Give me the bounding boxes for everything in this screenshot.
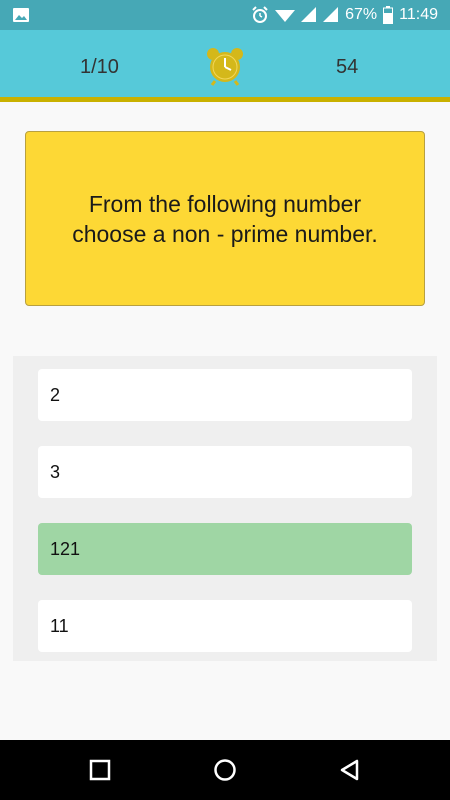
signal-icon — [323, 7, 339, 23]
recents-square-icon[interactable] — [88, 758, 112, 782]
options-panel: 2 3 121 11 — [13, 356, 437, 661]
timer-value: 54 — [336, 56, 359, 78]
battery-icon — [383, 6, 394, 24]
image-icon — [12, 7, 30, 23]
alarm-clock-icon — [206, 46, 244, 86]
option-button[interactable]: 2 — [38, 369, 412, 421]
option-label: 2 — [50, 384, 61, 405]
battery-percent: 67% — [345, 6, 378, 23]
question-text: From the following number choose a non -… — [72, 190, 378, 247]
clock-time: 11:49 — [399, 6, 438, 23]
option-button[interactable]: 3 — [38, 446, 412, 498]
quiz-header: 1/10 54 — [0, 30, 450, 102]
home-circle-icon[interactable] — [213, 758, 237, 782]
option-label: 121 — [50, 538, 81, 559]
option-button[interactable]: 11 — [38, 600, 412, 652]
option-label: 11 — [50, 615, 69, 636]
alarm-icon — [251, 6, 269, 24]
question-card: From the following number choose a non -… — [25, 131, 425, 306]
back-triangle-icon[interactable] — [338, 758, 362, 782]
navigation-bar — [0, 740, 450, 800]
status-bar: 67% 11:49 — [0, 0, 450, 30]
signal-icon — [301, 7, 317, 23]
option-label: 3 — [50, 461, 61, 482]
wifi-icon — [275, 7, 296, 23]
question-counter: 1/10 — [80, 56, 119, 78]
option-button-correct[interactable]: 121 — [38, 523, 412, 575]
